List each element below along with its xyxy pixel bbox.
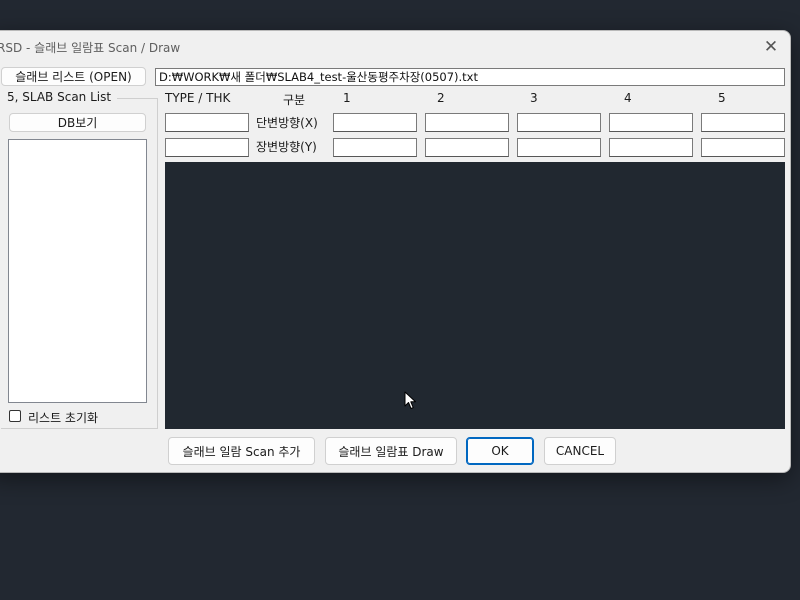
cancel-button[interactable]: CANCEL bbox=[544, 437, 616, 465]
reset-list-checkbox[interactable] bbox=[9, 410, 21, 422]
y-col-1-input[interactable] bbox=[333, 138, 417, 157]
header-col-2: 2 bbox=[437, 91, 445, 105]
long-direction-y-label: 장변방향(Y) bbox=[256, 140, 317, 154]
window-title: RSD - 슬래브 일람표 Scan / Draw bbox=[0, 41, 181, 55]
file-path-field[interactable]: D:₩WORK₩새 폴더₩SLAB4_test-울산동평주차장(0507).tx… bbox=[155, 68, 785, 86]
drawing-preview-canvas[interactable] bbox=[165, 162, 785, 429]
header-col-3: 3 bbox=[530, 91, 538, 105]
x-col-1-input[interactable] bbox=[333, 113, 417, 132]
y-col-2-input[interactable] bbox=[425, 138, 509, 157]
type-thk-y-input[interactable] bbox=[165, 138, 249, 157]
slab-scan-list-group-label: 5, SLAB Scan List bbox=[7, 90, 112, 104]
header-type-thk: TYPE / THK bbox=[165, 91, 231, 105]
scan-add-button[interactable]: 슬래브 일람 Scan 추가 bbox=[168, 437, 315, 465]
x-col-4-input[interactable] bbox=[609, 113, 693, 132]
open-slab-list-button[interactable]: 슬래브 리스트 (OPEN) bbox=[1, 67, 146, 86]
title-bar[interactable]: RSD - 슬래브 일람표 Scan / Draw ✕ bbox=[0, 31, 790, 62]
x-col-2-input[interactable] bbox=[425, 113, 509, 132]
header-col-5: 5 bbox=[718, 91, 726, 105]
db-view-button[interactable]: DB보기 bbox=[9, 113, 146, 132]
x-col-5-input[interactable] bbox=[701, 113, 785, 132]
group-border-right bbox=[157, 98, 158, 429]
close-icon[interactable]: ✕ bbox=[758, 34, 784, 60]
y-col-4-input[interactable] bbox=[609, 138, 693, 157]
mouse-cursor-icon bbox=[404, 391, 416, 409]
slab-scan-dialog: RSD - 슬래브 일람표 Scan / Draw ✕ 슬래브 리스트 (OPE… bbox=[0, 30, 791, 473]
y-col-5-input[interactable] bbox=[701, 138, 785, 157]
header-col-1: 1 bbox=[343, 91, 351, 105]
short-direction-x-label: 단변방향(X) bbox=[256, 116, 318, 130]
type-thk-x-input[interactable] bbox=[165, 113, 249, 132]
draw-button[interactable]: 슬래브 일람표 Draw bbox=[325, 437, 457, 465]
y-col-3-input[interactable] bbox=[517, 138, 601, 157]
ok-button[interactable]: OK bbox=[466, 437, 534, 465]
group-border-bottom bbox=[1, 428, 158, 429]
header-division: 구분 bbox=[283, 93, 306, 107]
header-col-4: 4 bbox=[624, 91, 632, 105]
slab-scan-listbox[interactable] bbox=[8, 139, 147, 403]
reset-list-label[interactable]: 리스트 초기화 bbox=[28, 409, 98, 426]
x-col-3-input[interactable] bbox=[517, 113, 601, 132]
group-border-top bbox=[117, 98, 158, 99]
